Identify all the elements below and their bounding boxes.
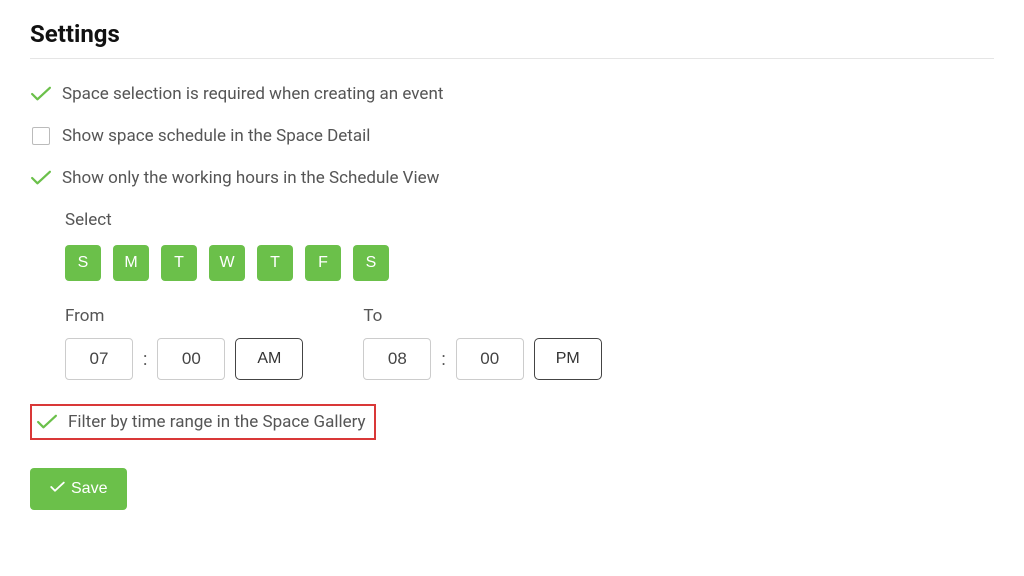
to-min-input[interactable] — [456, 338, 524, 380]
to-group: To : PM — [363, 306, 601, 380]
checkbox-empty-icon — [32, 127, 50, 145]
day-tue[interactable]: T — [161, 245, 197, 281]
divider — [30, 58, 994, 59]
day-sat[interactable]: S — [353, 245, 389, 281]
day-mon[interactable]: M — [113, 245, 149, 281]
check-icon — [50, 480, 65, 498]
from-group: From : AM — [65, 306, 303, 380]
option-filter-time-range-highlight: Filter by time range in the Space Galler… — [30, 404, 376, 440]
option-show-schedule[interactable]: Show space schedule in the Space Detail — [30, 126, 994, 146]
select-label: Select — [65, 210, 994, 230]
colon: : — [143, 349, 147, 370]
to-ampm-button[interactable]: PM — [534, 338, 602, 380]
check-icon — [30, 84, 52, 104]
option-label: Show only the working hours in the Sched… — [62, 168, 439, 188]
days-row: S M T W T F S — [65, 245, 994, 281]
colon: : — [441, 349, 445, 370]
to-label: To — [363, 306, 601, 326]
option-label: Show space schedule in the Space Detail — [62, 126, 370, 146]
save-label: Save — [71, 480, 107, 498]
to-hour-input[interactable] — [363, 338, 431, 380]
option-label[interactable]: Filter by time range in the Space Galler… — [68, 412, 366, 432]
to-inputs: : PM — [363, 338, 601, 380]
from-min-input[interactable] — [157, 338, 225, 380]
check-icon — [36, 412, 58, 432]
time-row: From : AM To : PM — [65, 306, 994, 380]
option-label: Space selection is required when creatin… — [62, 84, 443, 104]
day-fri[interactable]: F — [305, 245, 341, 281]
from-hour-input[interactable] — [65, 338, 133, 380]
save-button[interactable]: Save — [30, 468, 127, 510]
day-wed[interactable]: W — [209, 245, 245, 281]
day-thu[interactable]: T — [257, 245, 293, 281]
option-working-hours[interactable]: Show only the working hours in the Sched… — [30, 168, 994, 188]
day-sun[interactable]: S — [65, 245, 101, 281]
check-icon — [30, 168, 52, 188]
schedule-config: Select S M T W T F S From : AM To : PM — [65, 210, 994, 380]
page-title: Settings — [30, 20, 994, 48]
from-ampm-button[interactable]: AM — [235, 338, 303, 380]
from-inputs: : AM — [65, 338, 303, 380]
from-label: From — [65, 306, 303, 326]
option-space-selection[interactable]: Space selection is required when creatin… — [30, 84, 994, 104]
